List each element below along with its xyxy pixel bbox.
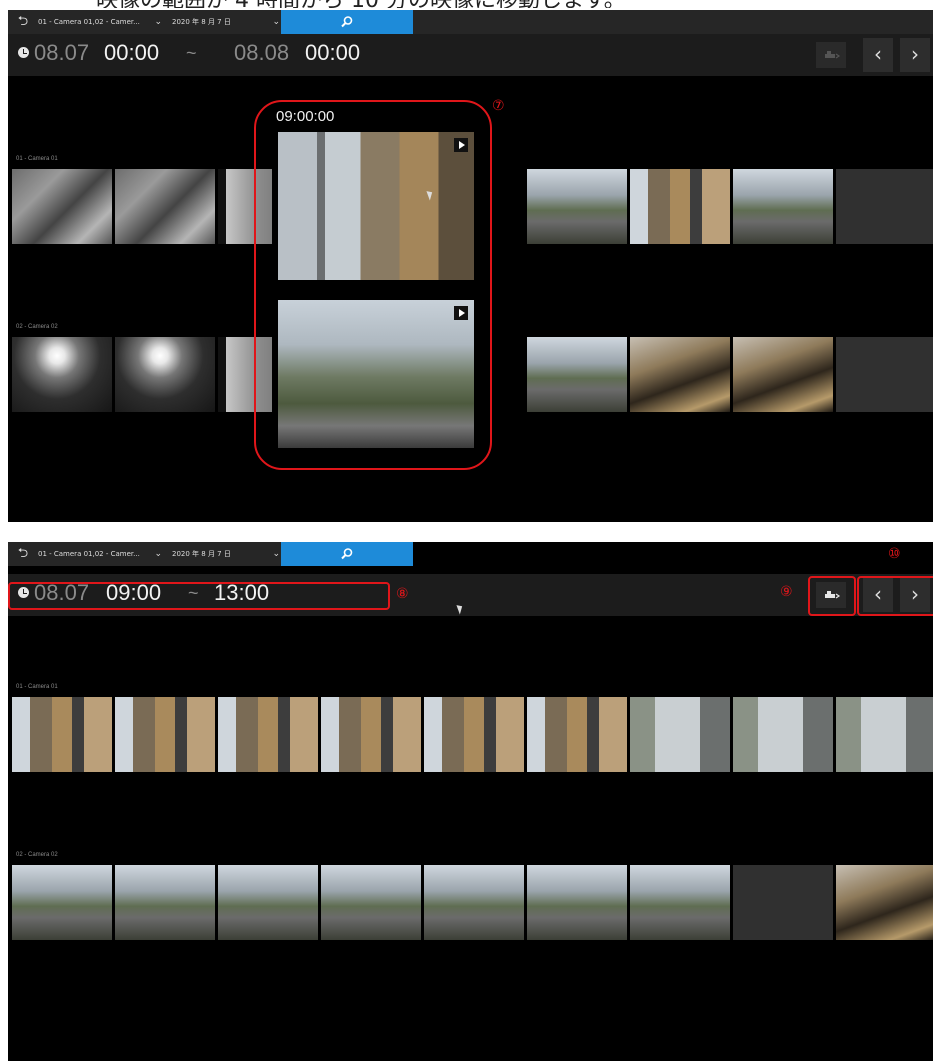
range-separator: ~ xyxy=(188,583,199,603)
annotation-number: ⑨ xyxy=(780,584,793,600)
toolbar: ⮌ 01 - Camera 01,02 - Camer... ⌄ 2020 年 8… xyxy=(8,542,413,566)
preview-thumbnail-camera-02[interactable] xyxy=(278,300,474,448)
annotation-number: ⑧ xyxy=(396,586,409,602)
search-icon xyxy=(341,16,353,28)
recording-thumbnail xyxy=(836,337,933,412)
chevron-down-icon: ⌄ xyxy=(272,17,280,27)
chevron-left-icon: ‹ xyxy=(874,582,882,606)
search-button[interactable] xyxy=(281,10,413,34)
search-button[interactable] xyxy=(281,542,413,566)
play-icon[interactable] xyxy=(454,306,468,320)
recording-thumbnail[interactable] xyxy=(12,697,112,772)
export-icon xyxy=(825,591,841,599)
recording-thumbnail xyxy=(836,169,933,244)
recording-thumbnail[interactable] xyxy=(527,697,627,772)
preview-popup: 09:00:00 xyxy=(272,106,484,460)
range-end-time: 13:00 xyxy=(214,580,270,605)
chevron-down-icon: ⌄ xyxy=(272,549,280,559)
chevron-down-icon: ⌄ xyxy=(154,549,162,559)
range-end-date: 08.08 xyxy=(234,40,290,65)
next-button[interactable]: › xyxy=(900,38,930,72)
date-select[interactable]: 2020 年 8 月 7 日 ⌄ xyxy=(172,542,280,566)
preview-thumbnail-camera-01[interactable] xyxy=(278,132,474,280)
recording-thumbnail[interactable] xyxy=(115,697,215,772)
time-range-bar: 08.07 00:00 ~ 08.08 00:00 ‹ › xyxy=(8,34,933,76)
camera-select[interactable]: 01 - Camera 01,02 - Camer... ⌄ xyxy=(38,542,162,566)
date-select-value: 2020 年 8 月 7 日 xyxy=(172,550,231,558)
date-select[interactable]: 2020 年 8 月 7 日 ⌄ xyxy=(172,10,280,34)
clock-icon xyxy=(18,47,29,58)
event-search-panel-2: ⮌ 01 - Camera 01,02 - Camer... ⌄ 2020 年 8… xyxy=(8,542,933,1061)
recording-thumbnail[interactable] xyxy=(630,337,730,412)
range-separator: ~ xyxy=(186,43,197,63)
recording-thumbnail[interactable] xyxy=(218,697,318,772)
recording-thumbnail[interactable] xyxy=(115,865,215,940)
back-arrow-icon[interactable]: ⮌ xyxy=(12,10,34,34)
range-start-time: 09:00 xyxy=(106,580,162,605)
recording-thumbnail[interactable] xyxy=(12,337,112,412)
play-icon[interactable] xyxy=(454,138,468,152)
recording-thumbnail[interactable] xyxy=(836,865,933,940)
range-end-time: 00:00 xyxy=(305,40,361,65)
recording-thumbnail[interactable] xyxy=(733,697,833,772)
recording-thumbnail[interactable] xyxy=(630,169,730,244)
search-icon xyxy=(341,548,353,560)
recording-thumbnail[interactable] xyxy=(115,337,215,412)
chevron-right-icon: › xyxy=(911,42,919,66)
recording-thumbnail[interactable] xyxy=(12,865,112,940)
back-arrow-icon[interactable]: ⮌ xyxy=(12,542,34,566)
camera-select-value: 01 - Camera 01,02 - Camer... xyxy=(38,550,140,558)
recording-thumbnail[interactable] xyxy=(424,865,524,940)
camera-select-value: 01 - Camera 01,02 - Camer... xyxy=(38,18,140,26)
recording-thumbnail[interactable] xyxy=(733,337,833,412)
preview-time: 09:00:00 xyxy=(276,108,335,125)
previous-button[interactable]: ‹ xyxy=(863,38,893,72)
time-range-bar: 08.07 09:00 ~ 13:00 ‹ › xyxy=(8,574,933,616)
recording-thumbnail[interactable] xyxy=(424,697,524,772)
previous-button[interactable]: ‹ xyxy=(863,578,893,612)
camera-label: 02 - Camera 02 xyxy=(16,324,58,330)
annotation-number: ⑩ xyxy=(888,546,901,562)
camera-label: 01 - Camera 01 xyxy=(16,156,58,162)
recording-thumbnail[interactable] xyxy=(115,169,215,244)
recording-thumbnail[interactable] xyxy=(630,697,730,772)
camera-label: 02 - Camera 02 xyxy=(16,852,58,858)
annotation-number: ⑦ xyxy=(492,98,505,114)
recording-thumbnail[interactable] xyxy=(733,169,833,244)
event-search-panel-1: ⮌ 01 - Camera 01,02 - Camer... ⌄ 2020 年 8… xyxy=(8,10,933,522)
recording-thumbnail[interactable] xyxy=(527,169,627,244)
chevron-down-icon: ⌄ xyxy=(154,17,162,27)
date-select-value: 2020 年 8 月 7 日 xyxy=(172,18,231,26)
recording-thumbnail[interactable] xyxy=(836,697,933,772)
toolbar: ⮌ 01 - Camera 01,02 - Camer... ⌄ 2020 年 8… xyxy=(8,10,933,34)
recording-thumbnail xyxy=(733,865,833,940)
next-button[interactable]: › xyxy=(900,578,930,612)
export-button[interactable] xyxy=(816,42,846,68)
recording-thumbnail[interactable] xyxy=(630,865,730,940)
recording-thumbnail[interactable] xyxy=(321,697,421,772)
chevron-right-icon: › xyxy=(911,582,919,606)
recording-thumbnail[interactable] xyxy=(321,865,421,940)
recording-thumbnail[interactable] xyxy=(527,337,627,412)
camera-select[interactable]: 01 - Camera 01,02 - Camer... ⌄ xyxy=(38,10,162,34)
chevron-left-icon: ‹ xyxy=(874,42,882,66)
export-icon xyxy=(825,51,841,59)
export-button[interactable] xyxy=(816,582,846,608)
recording-thumbnail[interactable] xyxy=(527,865,627,940)
recording-thumbnail[interactable] xyxy=(218,865,318,940)
clock-icon xyxy=(18,587,29,598)
range-start-date: 08.07 xyxy=(34,580,90,605)
page-caption: 映像の範囲が 4 時間から 10 分の映像に移動します。 xyxy=(0,0,933,8)
range-start-time: 00:00 xyxy=(104,40,160,65)
recording-thumbnail[interactable] xyxy=(12,169,112,244)
camera-label: 01 - Camera 01 xyxy=(16,684,58,690)
range-start-date: 08.07 xyxy=(34,40,90,65)
